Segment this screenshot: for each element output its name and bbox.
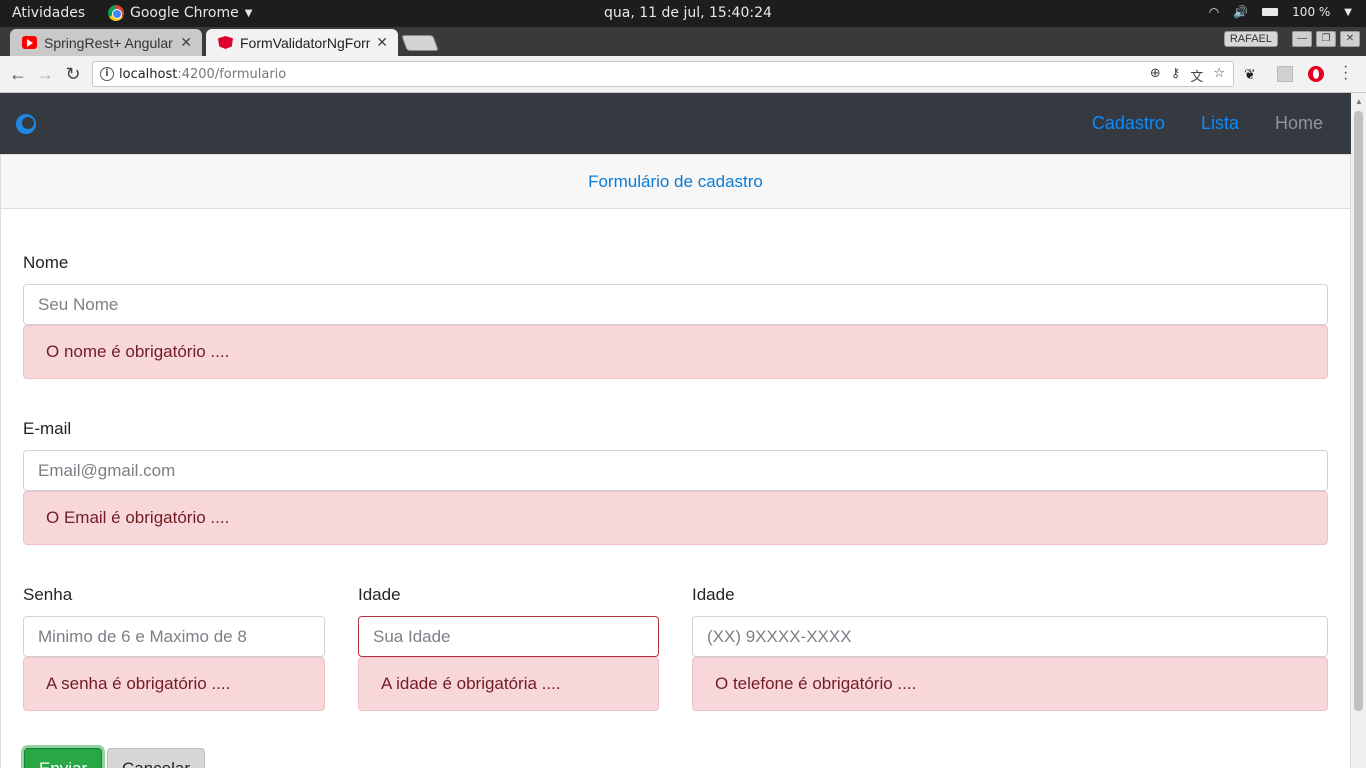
senha-error-alert: A senha é obrigatório .... [23, 657, 325, 711]
email-label: E-mail [23, 419, 72, 438]
page-scrollbar[interactable]: ▲ [1351, 93, 1366, 768]
nav-link-lista[interactable]: Lista [1201, 113, 1239, 134]
chevron-down-icon: ▼ [1344, 6, 1352, 18]
url-host: localhost [119, 67, 178, 82]
telefone-label: Idade [692, 585, 735, 604]
info-icon[interactable]: i [100, 67, 114, 81]
window-controls: RAFAEL — ❐ ✕ [1223, 31, 1360, 47]
nome-input[interactable]: Seu Nome [23, 284, 1328, 325]
activities-button[interactable]: Atividades [12, 5, 85, 21]
idade-input[interactable]: Sua Idade [358, 616, 659, 657]
form-header: Formulário de cadastro [1, 155, 1350, 209]
form-card: Formulário de cadastro Nome Seu Nome O n… [0, 154, 1351, 768]
battery-label: 100 % [1292, 5, 1331, 19]
omnibox-actions: ⊕ ⚷ 文 ☆ [1150, 66, 1225, 85]
enviar-button[interactable]: Enviar [24, 748, 103, 768]
email-input[interactable]: Email@gmail.com [23, 450, 1328, 491]
idade-label: Idade [358, 585, 401, 604]
senha-input[interactable]: Minimo de 6 e Maximo de 8 [23, 616, 325, 657]
chrome-icon [108, 5, 124, 21]
cancelar-button[interactable]: Cancelar [107, 748, 206, 768]
close-window-icon[interactable]: ✕ [1340, 31, 1360, 47]
more-menu-icon[interactable]: · · · [1343, 59, 1348, 87]
key-icon[interactable]: ⚷ [1171, 66, 1181, 85]
new-tab-button[interactable] [401, 35, 439, 51]
youtube-icon [22, 36, 37, 49]
telefone-input[interactable]: (XX) 9XXXX-XXXX [692, 616, 1328, 657]
nav-links: Cadastro Lista Home [1092, 113, 1351, 134]
tab-title: SpringRest+ Angular [44, 34, 173, 51]
app-menu[interactable]: Google Chrome ▼ [108, 5, 252, 21]
email-error-alert: O Email é obrigatório .... [23, 491, 1328, 545]
idade-error-alert: A idade é obrigatória .... [358, 657, 659, 711]
telefone-error-alert: O telefone é obrigatório .... [692, 657, 1328, 711]
angular-icon [218, 36, 233, 49]
url-path: :4200/formulario [177, 67, 287, 82]
zoom-icon[interactable]: ⊕ [1150, 66, 1161, 85]
os-top-bar: Atividades Google Chrome ▼ qua, 11 de ju… [0, 0, 1366, 27]
chevron-down-icon: ▼ [244, 7, 253, 19]
nome-error-alert: O nome é obrigatório .... [23, 325, 1328, 379]
tab-strip: SpringRest+ Angular ✕ FormValidatorNgFor… [0, 27, 1366, 56]
tab-springrest[interactable]: SpringRest+ Angular ✕ [10, 29, 202, 56]
opera-extension-icon[interactable] [1308, 66, 1324, 82]
nav-link-home[interactable]: Home [1275, 113, 1323, 134]
brand-logo-icon[interactable] [16, 114, 36, 134]
minimize-icon[interactable]: — [1292, 31, 1312, 47]
app-navbar: Cadastro Lista Home [0, 93, 1351, 154]
extension-icon[interactable] [1277, 66, 1293, 82]
reload-icon[interactable]: ↻ [62, 63, 84, 85]
forward-arrow-icon[interactable]: → [34, 63, 56, 85]
scrollbar-thumb[interactable] [1354, 111, 1363, 711]
tab-formvalidator[interactable]: FormValidatorNgForm ✕ [206, 29, 398, 56]
tab-title: FormValidatorNgForm [240, 34, 370, 51]
close-icon[interactable]: ✕ [180, 34, 192, 51]
senha-label: Senha [23, 585, 73, 604]
volume-icon: 🔊 [1233, 5, 1249, 19]
nome-label: Nome [23, 253, 69, 272]
clock[interactable]: qua, 11 de jul, 15:40:24 [604, 5, 772, 21]
app-name: Google Chrome [130, 5, 239, 21]
system-tray[interactable]: ◠ 🔊 100 % ▼ [1209, 5, 1352, 19]
wifi-icon: ◠ [1208, 5, 1220, 19]
profile-button[interactable]: RAFAEL [1223, 31, 1278, 47]
nav-link-cadastro[interactable]: Cadastro [1092, 113, 1165, 134]
page-content: Cadastro Lista Home Formulário de cadast… [0, 93, 1351, 768]
address-bar[interactable]: i localhost:4200/formulario ⊕ ⚷ 文 ☆ [92, 61, 1234, 87]
back-arrow-icon[interactable]: ← [7, 63, 29, 85]
close-icon[interactable]: ✕ [376, 34, 388, 51]
maximize-icon[interactable]: ❐ [1316, 31, 1336, 47]
url-text[interactable]: localhost:4200/formulario [119, 67, 286, 82]
battery-icon [1262, 8, 1279, 16]
translate-icon[interactable]: 文 [1190, 66, 1203, 85]
browser-toolbar: ← → ↻ i localhost:4200/formulario ⊕ ⚷ 文 … [0, 56, 1366, 93]
star-icon[interactable]: ☆ [1213, 66, 1225, 85]
extension-icon[interactable]: ❦ [1244, 66, 1260, 82]
scroll-up-icon[interactable]: ▲ [1355, 97, 1363, 106]
